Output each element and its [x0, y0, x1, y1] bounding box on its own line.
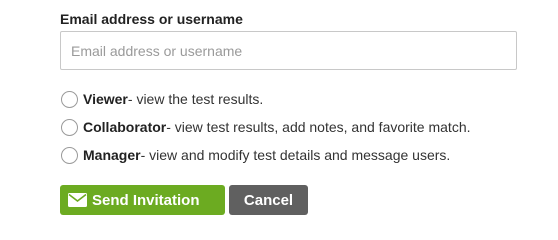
role-name: Manager [83, 147, 141, 163]
email-input[interactable] [60, 31, 517, 70]
role-description: - view test results, add notes, and favo… [166, 119, 471, 135]
role-option-viewer[interactable]: Viewer - view the test results. [60, 88, 263, 110]
role-name: Viewer [83, 91, 128, 107]
cancel-button[interactable]: Cancel [229, 185, 308, 215]
send-invitation-button[interactable]: Send Invitation [60, 185, 225, 215]
email-field-label: Email address or username [60, 11, 243, 27]
send-invitation-label: Send Invitation [92, 191, 200, 209]
role-description: - view the test results. [127, 91, 264, 107]
viewer-radio[interactable] [61, 90, 78, 108]
envelope-icon [68, 193, 87, 207]
role-option-manager[interactable]: Manager - view and modify test details a… [60, 144, 450, 166]
cancel-label: Cancel [243, 191, 294, 209]
manager-radio[interactable] [61, 146, 78, 164]
role-option-collaborator[interactable]: Collaborator - view test results, add no… [60, 116, 471, 138]
role-name: Collaborator [83, 119, 167, 135]
role-description: - view and modify test details and messa… [140, 147, 451, 163]
collaborator-radio[interactable] [61, 118, 78, 136]
